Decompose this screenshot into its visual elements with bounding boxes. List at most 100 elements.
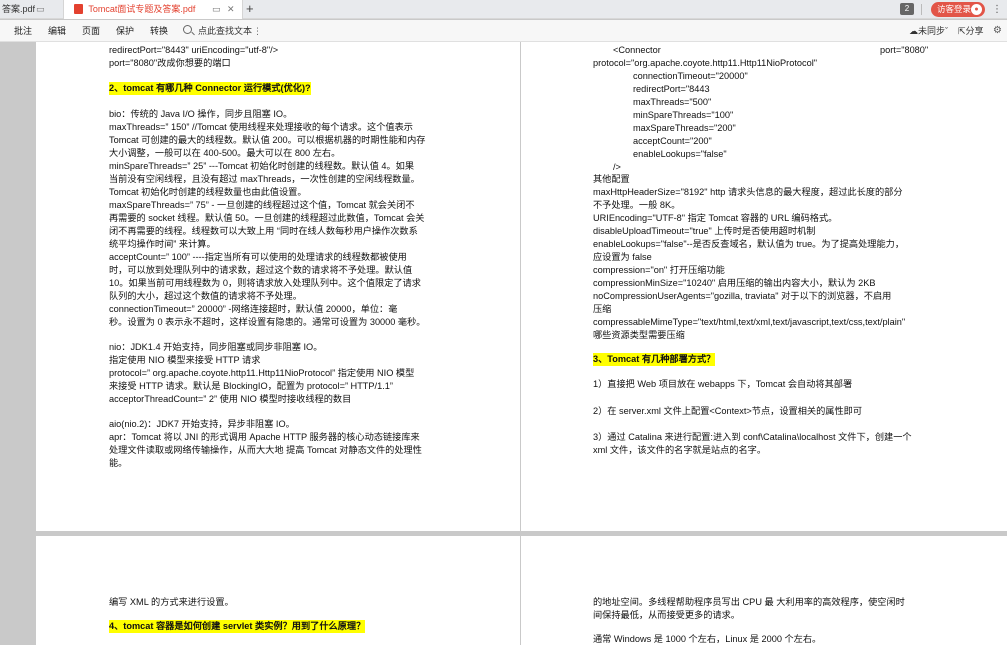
text-line: maxHttpHeaderSize="8192" http 请求头信息的最大程度… — [593, 187, 903, 197]
text-line: minSpareThreads="100" — [633, 110, 734, 120]
text-line: Tomcat 可创建的最大的线程数。默认值 200。可以根据机器的时期性能和内存 — [109, 135, 426, 145]
text-line: acceptorThreadCount=” 2” 使用 NIO 模型时接收线程的… — [109, 394, 352, 404]
document-page: redirectPort="8443" uriEncoding="utf-8"/… — [36, 42, 520, 531]
tab-label: 答案.pdf — [2, 4, 36, 14]
text-line: 大小调整，一般可以在 400-500。最大可以在 800 左右。 — [109, 148, 341, 158]
monitor-icon[interactable]: ▭ — [36, 0, 45, 19]
text-line: 2）在 server.xml 文件上配置<Context>节点，设置相关的属性即… — [593, 406, 863, 416]
text-line: 当前没有空闲线程，且没有超过 maxThreads，一次性创建的空闲线程数量。 — [109, 174, 420, 184]
text-line: 秒。设置为 0 表示永不超时，这样设置有隐患的。通常可设置为 30000 毫秒。 — [109, 317, 426, 327]
text-line: enableLookups="false"--是否反查域名，默认值为 true。… — [593, 239, 905, 249]
add-tab-icon[interactable]: + — [246, 0, 254, 18]
text-line: aio(nio.2)：JDK7 开始支持，异步非阻塞 IO。 — [109, 419, 295, 429]
text-line: minSpareThreads=” 25” ---Tomcat 初始化时创建的线… — [109, 161, 415, 171]
tab-tomcat-pdf[interactable]: Tomcat面试专题及答案.pdf ▭ ✕ — [63, 0, 243, 19]
text-line: 时，可以放到处理队列中的请求数，超过这个数的请求将不予处理。默认值 — [109, 265, 413, 275]
close-icon[interactable]: ✕ — [227, 0, 235, 19]
menu-page[interactable]: 页面 — [82, 20, 100, 42]
monitor-icon[interactable]: ▭ — [212, 0, 221, 19]
text-line: 再需要的 socket 线程。默认值 50。一旦创建的线程超过此数值，Tomca… — [109, 213, 425, 223]
text-line: protocol=” org.apache.coyote.http11.Http… — [109, 368, 415, 378]
text-line: 统平均操作时间” 来计算。 — [109, 239, 216, 249]
user-icon: ● — [971, 4, 982, 15]
menu-convert[interactable]: 转换 — [150, 20, 168, 42]
text-line: <Connector — [613, 45, 661, 55]
text-line: port="8080" — [880, 45, 929, 55]
search-icon[interactable] — [183, 25, 192, 34]
login-label: 访客登录 — [937, 4, 972, 14]
document-page: <Connector port="8080" protocol="org.apa… — [521, 42, 1007, 531]
text-line: maxThreads="500" — [633, 97, 712, 107]
text-line: xml 文件，该文件的名字就是站点的名字。 — [593, 445, 767, 455]
text-line: nio：JDK1.4 开始支持，同步阻塞或同步非阻塞 IO。 — [109, 342, 323, 352]
text-line: 队列的大小，超过这个数值的请求将不予处理。 — [109, 291, 302, 301]
text-line: 1）直接把 Web 项目放在 webapps 下，Tomcat 会自动将其部署 — [593, 379, 853, 389]
text-line: Tomcat 初始化时创建的线程数量也由此值设置。 — [109, 187, 307, 197]
text-line: acceptCount="200" — [633, 136, 712, 146]
sync-label: 未同步 — [918, 26, 946, 36]
text-line: 压缩 — [593, 304, 612, 314]
share-button[interactable]: ⇱分享 — [958, 20, 984, 42]
login-button[interactable]: 访客登录 ● — [931, 2, 985, 17]
text-line: enableLookups="false" — [633, 149, 727, 159]
text-line: redirectPort="8443" uriEncoding="utf-8"/… — [109, 45, 279, 55]
document-page: 的地址空间。多线程帮助程序员写出 CPU 最 大利用率的高效程序，使空闲时 间保… — [521, 536, 1007, 645]
text-line: 来接受 HTTP 请求。默认是 BlockingIO，配置为 protocol=… — [109, 381, 393, 391]
page-count-badge: 2 — [900, 3, 914, 15]
text-line: compressionMinSize="10240" 启用压缩的输出内容大小，默… — [593, 278, 876, 288]
text-line: 编写 XML 的方式来进行设置。 — [109, 597, 234, 607]
text-line: compressableMimeType="text/html,text/xml… — [593, 317, 906, 327]
text-line: 指定使用 NIO 模型来接受 HTTP 请求 — [109, 355, 261, 365]
text-line: port="8080"改成你想要的端口 — [109, 58, 231, 68]
text-line: maxThreads=” 150” //Tomcat 使用线程来处理接收的每个请… — [109, 122, 413, 132]
section-heading: 2、tomcat 有哪几种 Connector 运行模式(优化)? — [109, 82, 311, 95]
text-line: protocol="org.apache.coyote.http11.Http1… — [593, 58, 818, 68]
title-bar: 答案.pdf ▭ Tomcat面试专题及答案.pdf ▭ ✕ + 2 访客登录 … — [0, 0, 1007, 19]
settings-icon[interactable]: ⚙ — [993, 20, 1002, 42]
pdf-icon — [74, 3, 83, 14]
cloud-sync-icon: ☁ — [909, 26, 918, 36]
text-line: disableUploadTimeout="true" 上传时是否使用超时机制 — [593, 226, 816, 236]
menu-edit[interactable]: 编辑 — [48, 20, 66, 42]
divider — [921, 4, 922, 15]
menu-annotate[interactable]: 批注 — [14, 20, 32, 42]
search-text-button[interactable]: 点此查找文本 — [198, 20, 252, 42]
text-line: 间保持最低，从而接受更多的请求。 — [593, 610, 740, 620]
text-line: 3）通过 Catalina 来进行配置:进入到 conf\Catalina\lo… — [593, 432, 912, 442]
share-label: 分享 — [965, 26, 984, 36]
text-line: maxSpareThreads=” 75” - 一旦创建的线程超过这个值，Tom… — [109, 200, 415, 210]
text-line: /> — [613, 162, 621, 172]
text-line: 闭不再需要的线程。线程数可以大致上用 “同时在线人数每秒用户操作次数系 — [109, 226, 418, 236]
text-line: 10。如果当前可用线程数为 0，则将请求放入处理队列中。这个值限定了请求 — [109, 278, 421, 288]
text-line: 应设置为 false — [593, 252, 652, 262]
tab-answers-pdf[interactable]: 答案.pdf ▭ — [0, 0, 58, 19]
chevron-down-icon: ˇ — [945, 26, 949, 36]
tab-label: Tomcat面试专题及答案.pdf — [88, 4, 196, 14]
text-line: connectionTimeout=” 20000” -网络连接超时，默认值 2… — [109, 304, 398, 314]
text-line: 能。 — [109, 458, 128, 468]
section-heading: 3、Tomcat 有几种部署方式？ — [593, 353, 716, 366]
sync-button[interactable]: ☁未同步ˇ — [909, 20, 948, 42]
document-page: 编写 XML 的方式来进行设置。 4、tomcat 容器是如何创建 servle… — [36, 536, 520, 645]
text-line: maxSpareThreads="200" — [633, 123, 736, 133]
share-icon: ⇱ — [958, 26, 966, 36]
text-line: 其他配置 — [593, 174, 630, 184]
text-line: 的地址空间。多线程帮助程序员写出 CPU 最 大利用率的高效程序，使空闲时 — [593, 597, 905, 607]
text-line: URIEncoding="UTF-8" 指定 Tomcat 容器的 URL 编码… — [593, 213, 838, 223]
text-line: noCompressionUserAgents="gozilla, travia… — [593, 291, 892, 301]
text-line: bio：传统的 Java I/O 操作，同步且阻塞 IO。 — [109, 109, 293, 119]
more-icon[interactable]: ⋮ — [992, 0, 1002, 19]
toolbar: 批注 编辑 页面 保护 转换 点此查找文本 ⋮ ☁未同步ˇ ⇱分享 ⚙ — [0, 20, 1007, 42]
search-more-icon[interactable]: ⋮ — [253, 20, 262, 42]
text-line: 处理文件读取或网络传输操作，从而大大地 提高 Tomcat 对静态文件的处理性 — [109, 445, 422, 455]
text-line: 不予处理。一般 8K。 — [593, 200, 681, 210]
text-line: 哪些资源类型需要压缩 — [593, 330, 685, 340]
section-heading: 4、tomcat 容器是如何创建 servlet 类实例？用到了什么原理？ — [109, 620, 366, 633]
text-line: 通常 Windows 是 1000 个左右，Linux 是 2000 个左右。 — [593, 634, 822, 644]
menu-protect[interactable]: 保护 — [116, 20, 134, 42]
text-line: apr：Tomcat 将以 JNI 的形式调用 Apache HTTP 服务器的… — [109, 432, 420, 442]
text-line: redirectPort="8443 — [633, 84, 710, 94]
text-line: acceptCount=” 100” ----指定当所有可以使用的处理请求的线程… — [109, 252, 407, 262]
text-line: connectionTimeout="20000" — [633, 71, 748, 81]
text-line: compression="on" 打开压缩功能 — [593, 265, 725, 275]
